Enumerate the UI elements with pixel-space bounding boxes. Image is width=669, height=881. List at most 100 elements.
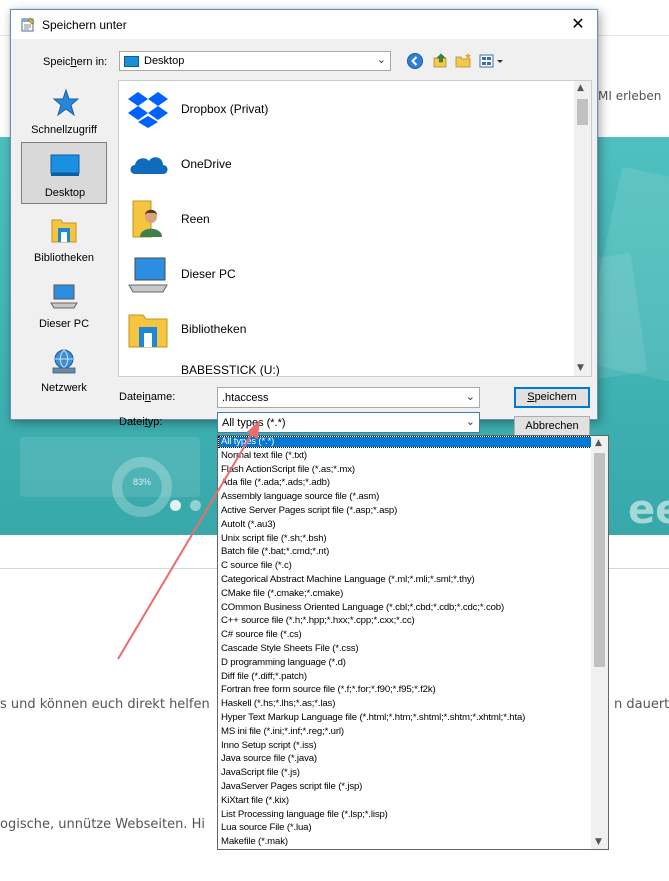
filetype-option[interactable]: Batch file (*.bat;*.cmd;*.nt) (219, 547, 591, 557)
filetype-option[interactable]: List Processing language file (*.lsp;*.l… (219, 809, 591, 820)
carousel-dot[interactable] (170, 500, 181, 511)
list-item-label: Dieser PC (181, 267, 236, 281)
onedrive-icon (130, 157, 168, 174)
filename-input[interactable]: .htaccess ⌄ (217, 387, 480, 408)
filetype-list-scrollbar[interactable]: ▲ ▼ (591, 436, 608, 849)
place-quick-access[interactable]: Schnellzugriff (21, 80, 107, 142)
filetype-option[interactable]: Java source file (*.java) (219, 754, 591, 764)
website-paragraph: n dauert e (614, 697, 669, 712)
place-this-pc[interactable]: Dieser PC (21, 274, 107, 336)
desktop-icon (50, 154, 80, 176)
save-button[interactable]: Speichern (514, 387, 590, 408)
list-item-libraries[interactable]: Bibliotheken (127, 303, 567, 355)
scroll-up-icon[interactable]: ▲ (577, 83, 584, 93)
computer-icon (128, 257, 168, 293)
filetype-option[interactable]: Normal text file (*.txt) (219, 450, 591, 461)
filetype-option[interactable]: All types (*.*) (218, 436, 592, 448)
scroll-up-icon[interactable]: ▲ (595, 438, 602, 448)
list-item-user-folder[interactable]: Reen (127, 193, 567, 245)
filetype-option[interactable]: JavaScript file (*.js) (219, 768, 591, 778)
network-icon (52, 349, 76, 374)
filetype-option[interactable]: Inno Setup script (*.iss) (219, 740, 591, 751)
filetype-option[interactable]: Fortran free form source file (*.f;*.for… (219, 685, 591, 695)
dialog-title: Speichern unter (42, 18, 127, 32)
filetype-option[interactable]: AutoIt (*.au3) (219, 519, 591, 530)
list-item-label: Dropbox (Privat) (181, 102, 269, 116)
place-libraries[interactable]: Bibliotheken (21, 208, 107, 270)
places-bar: Schnellzugriff Desktop Bibliotheken Dies… (19, 80, 111, 400)
filename-label: Dateiname: (119, 391, 176, 403)
place-label: Netzwerk (41, 382, 87, 394)
filetype-option[interactable]: Cascade Style Sheets File (*.css) (219, 644, 591, 654)
scrollbar-thumb[interactable] (594, 453, 605, 667)
chevron-down-icon[interactable]: ⌄ (466, 390, 475, 403)
filetype-option[interactable]: Haskell (*.hs;*.lhs;*.as;*.las) (219, 699, 591, 709)
filename-value: .htaccess (222, 392, 269, 404)
computer-icon (50, 284, 78, 309)
filetype-option[interactable]: Makefile (*.mak) (219, 837, 591, 847)
place-desktop[interactable]: Desktop (21, 142, 107, 204)
filetype-option[interactable]: Flash ActionScript file (*.as;*.mx) (219, 464, 591, 475)
list-item-label: Bibliotheken (181, 322, 247, 336)
library-icon (51, 219, 77, 243)
chevron-down-icon[interactable]: ⌄ (466, 415, 475, 428)
filetype-dropdown[interactable]: All types (*.*) ⌄ (217, 412, 480, 433)
filetype-option[interactable]: D programming language (*.d) (219, 657, 591, 668)
filetype-option[interactable]: Unix script file (*.sh;*.bsh) (219, 533, 591, 544)
save-in-dropdown[interactable]: Desktop ⌄ (119, 51, 391, 71)
save-in-label: Speichern in: (43, 56, 108, 68)
star-icon (52, 88, 79, 117)
filetype-option[interactable]: Categorical Abstract Machine Language (*… (219, 575, 591, 585)
filetype-option[interactable]: Active Server Pages script file (*.asp;*… (219, 506, 591, 516)
filetype-option[interactable]: Assembly language source file (*.asm) (219, 492, 591, 502)
chevron-down-icon: ⌄ (376, 53, 386, 66)
filetype-option[interactable]: COmmon Business Oriented Language (*.cbl… (219, 602, 591, 613)
new-folder-icon[interactable] (455, 52, 473, 70)
file-list[interactable]: Dropbox (Privat) OneDrive Reen Dieser PC (118, 80, 592, 377)
place-network[interactable]: Netzwerk (21, 338, 107, 400)
user-folder-icon (132, 200, 162, 238)
list-item-dropbox[interactable]: Dropbox (Privat) (127, 83, 567, 135)
filetype-option[interactable]: Lua source File (*.lua) (219, 823, 591, 833)
filetype-option[interactable]: MS ini file (*.ini;*.inf;*.reg;*.url) (219, 726, 591, 737)
dialog-title-bar[interactable]: Speichern unter ✕ (11, 10, 597, 39)
filetype-option[interactable]: Ada file (*.ada;*.ads;*.adb) (219, 478, 591, 488)
list-item-onedrive[interactable]: OneDrive (127, 138, 567, 190)
banner-percent-ring (112, 457, 172, 517)
save-as-dialog: Speichern unter ✕ Speichern in: Desktop … (10, 9, 598, 437)
filetype-option[interactable]: CMake file (*.cmake;*.cmake) (219, 588, 591, 599)
list-item-label: BABESSTICK (U:) (181, 363, 280, 377)
close-button[interactable]: ✕ (561, 11, 595, 37)
filetype-options-list[interactable]: All types (*.*) Normal text file (*.txt) F… (217, 435, 609, 850)
list-item-label: OneDrive (181, 157, 232, 171)
desktop-icon (124, 56, 139, 67)
filetype-option[interactable]: Diff file (*.diff;*.patch) (219, 671, 591, 682)
view-menu-icon[interactable] (479, 52, 507, 70)
filetype-option[interactable]: JavaServer Pages script file (*.jsp) (219, 782, 591, 792)
up-folder-icon[interactable] (432, 52, 450, 70)
filetype-option[interactable]: C source file (*.c) (219, 561, 591, 571)
back-icon[interactable] (406, 52, 424, 70)
filetype-option[interactable]: C++ source file (*.h;*.hpp;*.hxx;*.cpp;*… (219, 616, 591, 626)
banner-percent-label: 83% (133, 477, 152, 487)
dropbox-icon (128, 92, 168, 128)
cancel-button[interactable]: Abbrechen (514, 416, 590, 437)
scroll-down-icon[interactable]: ▼ (577, 363, 584, 373)
list-item-usb-drive[interactable]: BABESSTICK (U:) (127, 357, 567, 377)
filetype-option[interactable]: C# source file (*.cs) (219, 630, 591, 640)
website-paragraph: ogische, unnütze Webseiten. Hi (0, 817, 205, 832)
filetype-option[interactable]: KiXtart file (*.kix) (219, 795, 591, 806)
place-label: Desktop (44, 187, 86, 199)
scrollbar-thumb[interactable] (577, 99, 588, 125)
filetype-label: Dateityp: (119, 416, 163, 428)
file-list-scrollbar[interactable]: ▲ ▼ (574, 81, 591, 376)
filetype-option[interactable]: Hyper Text Markup Language file (*.html;… (219, 713, 591, 723)
library-icon (128, 314, 168, 348)
carousel-dot[interactable] (190, 500, 201, 511)
place-label: Bibliotheken (34, 252, 94, 264)
website-nav-link[interactable]: MI erleben (598, 89, 661, 103)
banner-graphic (20, 437, 200, 497)
save-in-value: Desktop (144, 55, 185, 67)
scroll-down-icon[interactable]: ▼ (595, 837, 602, 847)
list-item-this-pc[interactable]: Dieser PC (127, 248, 567, 300)
